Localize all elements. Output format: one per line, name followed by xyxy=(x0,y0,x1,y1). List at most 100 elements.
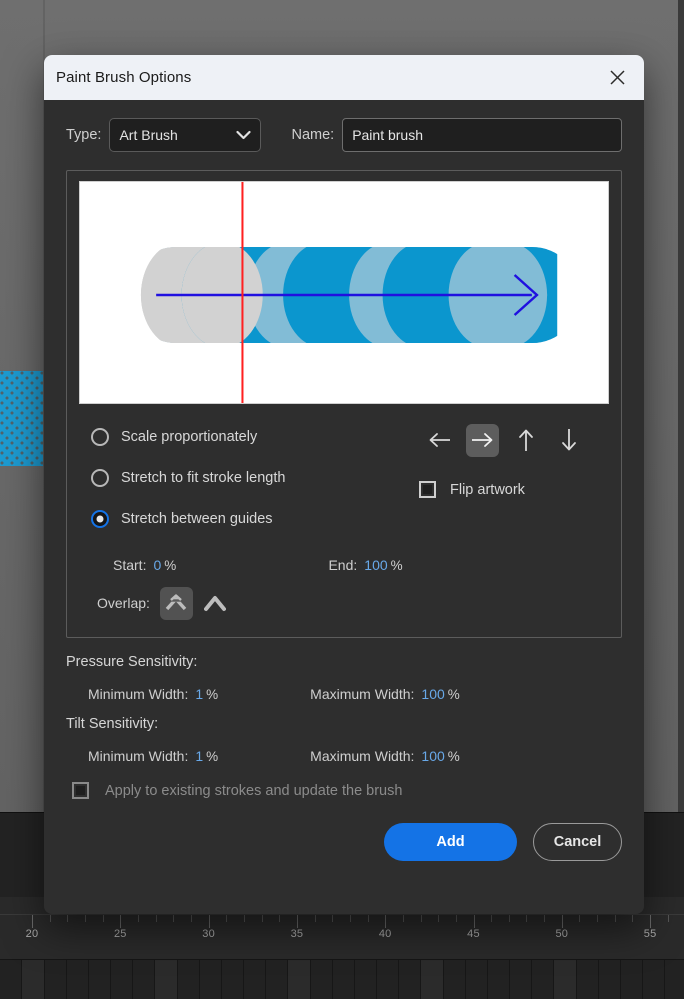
ruler-tick-minor xyxy=(102,915,104,922)
ruler-tick-minor xyxy=(67,915,69,922)
pressure-max-label: Maximum Width: xyxy=(310,686,415,702)
timeline-cell[interactable] xyxy=(311,960,333,999)
radio-scale-proportionately[interactable]: Scale proportionately xyxy=(79,416,409,457)
ruler-label: 25 xyxy=(113,928,127,940)
overlap-row: Overlap: xyxy=(79,583,609,623)
ruler-tick-minor xyxy=(491,915,493,922)
pressure-sensitivity-title: Pressure Sensitivity: xyxy=(66,654,198,670)
ruler-tick-major xyxy=(473,915,475,928)
ruler-tick-minor xyxy=(332,915,334,922)
pressure-min-unit: % xyxy=(206,687,219,702)
end-value-field[interactable]: End: 100 % xyxy=(328,557,402,573)
brush-type-select[interactable]: Art Brush xyxy=(109,118,262,152)
type-name-row: Type: Art Brush Name: xyxy=(66,100,622,170)
timeline-cell[interactable] xyxy=(621,960,643,999)
radio-stretch-between-guides[interactable]: Stretch between guides xyxy=(79,498,409,539)
brush-type-value: Art Brush xyxy=(119,127,178,143)
timeline-cell[interactable] xyxy=(577,960,599,999)
ruler-tick-minor xyxy=(173,915,175,922)
flip-artwork-label: Flip artwork xyxy=(450,481,525,498)
ruler-tick-minor xyxy=(508,915,510,922)
tilt-min-value[interactable]: 1 xyxy=(195,748,203,764)
sensitivity-area: Pressure Sensitivity: Minimum Width: 1 %… xyxy=(66,638,622,764)
artboard-pattern-swatch[interactable] xyxy=(0,371,43,466)
timeline-cell[interactable] xyxy=(665,960,684,999)
ruler-tick-minor xyxy=(279,915,281,922)
timeline-cell[interactable] xyxy=(377,960,399,999)
radio-mark-icon xyxy=(91,427,109,446)
tilt-max-unit: % xyxy=(447,749,460,764)
apply-label: Apply to existing strokes and update the… xyxy=(105,782,403,799)
timeline-cell[interactable] xyxy=(510,960,532,999)
timeline-cell[interactable] xyxy=(643,960,665,999)
ruler-tick-major xyxy=(561,915,563,928)
timeline-cell[interactable] xyxy=(22,960,45,999)
brush-name-input[interactable] xyxy=(342,118,622,152)
timeline-cell[interactable] xyxy=(178,960,200,999)
timeline-cell[interactable] xyxy=(133,960,155,999)
ruler-label: 35 xyxy=(290,928,304,940)
cancel-button[interactable]: Cancel xyxy=(533,823,622,861)
overlap-keep-icon[interactable] xyxy=(199,587,232,620)
start-value-field[interactable]: 0 % xyxy=(146,557,192,573)
brush-preview[interactable] xyxy=(79,181,609,404)
timeline-cell[interactable] xyxy=(155,960,178,999)
timeline-cell[interactable] xyxy=(222,960,244,999)
radio-mark-icon xyxy=(91,468,109,487)
pressure-max-value[interactable]: 100 xyxy=(421,686,444,702)
timeline-cell[interactable] xyxy=(45,960,67,999)
ruler-tick-minor xyxy=(190,915,192,922)
timeline-cell[interactable] xyxy=(266,960,288,999)
overlap-buttons xyxy=(159,586,232,620)
timeline-cell[interactable] xyxy=(200,960,222,999)
timeline-cell[interactable] xyxy=(67,960,89,999)
tilt-max-group: Maximum Width: 100 % xyxy=(310,748,460,764)
dialog-titlebar[interactable]: Paint Brush Options xyxy=(44,55,644,100)
start-value: 0 xyxy=(153,557,162,573)
overlap-flatten-icon[interactable] xyxy=(159,586,193,620)
timeline-cell[interactable] xyxy=(466,960,488,999)
timeline-cell[interactable] xyxy=(488,960,510,999)
timeline-cell[interactable] xyxy=(355,960,377,999)
flip-artwork-checkbox[interactable]: Flip artwork xyxy=(409,481,609,498)
ruler-tick-minor xyxy=(49,915,51,922)
timeline-ruler[interactable]: 20 25 30 35 40 45 50 55 xyxy=(0,914,684,960)
timeline-cell[interactable] xyxy=(554,960,577,999)
timeline-cell[interactable] xyxy=(532,960,554,999)
timeline-cell[interactable] xyxy=(599,960,621,999)
scale-options-radio-group: Scale proportionately Stretch to fit str… xyxy=(79,416,409,539)
timeline-cell[interactable] xyxy=(288,960,311,999)
timeline-track-grid[interactable] xyxy=(0,960,684,999)
timeline-cell[interactable] xyxy=(89,960,111,999)
tilt-min-unit: % xyxy=(206,749,219,764)
arrow-right-icon[interactable] xyxy=(466,423,499,457)
close-icon[interactable] xyxy=(600,63,634,93)
arrow-down-icon[interactable] xyxy=(552,424,585,457)
ruler-tick-minor xyxy=(349,915,351,922)
timeline-cell[interactable] xyxy=(399,960,421,999)
checkbox-mark-icon xyxy=(419,481,436,498)
timeline-cell[interactable] xyxy=(421,960,444,999)
ruler-tick-minor xyxy=(84,915,86,922)
add-button[interactable]: Add xyxy=(384,823,517,861)
ruler-tick-minor xyxy=(526,915,528,922)
tilt-min-label: Minimum Width: xyxy=(88,748,189,764)
ruler-tick-major xyxy=(296,915,298,928)
arrow-left-icon[interactable] xyxy=(423,424,456,457)
paint-brush-options-dialog: Paint Brush Options Type: Art Brush Name… xyxy=(44,55,644,914)
arrow-up-icon[interactable] xyxy=(509,424,542,457)
tilt-max-label: Maximum Width: xyxy=(310,748,415,764)
pressure-min-value[interactable]: 1 xyxy=(195,686,203,702)
timeline-cell[interactable] xyxy=(0,960,22,999)
timeline-cell[interactable] xyxy=(111,960,133,999)
name-label: Name: xyxy=(291,127,335,143)
stroke-direction-buttons xyxy=(409,421,609,459)
radio-stretch-to-fit-stroke-length[interactable]: Stretch to fit stroke length xyxy=(79,457,409,498)
timeline-cell[interactable] xyxy=(333,960,355,999)
tilt-max-value[interactable]: 100 xyxy=(421,748,444,764)
ruler-tick-minor xyxy=(438,915,440,922)
timeline-cell[interactable] xyxy=(244,960,266,999)
timeline-cell[interactable] xyxy=(444,960,466,999)
apply-to-existing-strokes-checkbox[interactable]: Apply to existing strokes and update the… xyxy=(66,782,622,799)
ruler-tick-minor xyxy=(544,915,546,922)
